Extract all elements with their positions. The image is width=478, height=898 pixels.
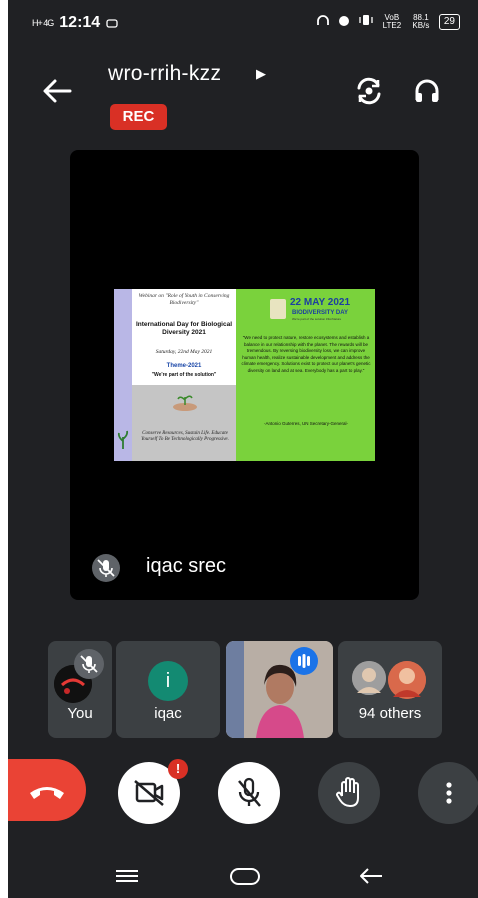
avatar bbox=[388, 661, 426, 699]
participant-tile-you[interactable]: You bbox=[48, 641, 112, 738]
participant-name: You bbox=[67, 705, 93, 722]
battery-indicator: 29 bbox=[438, 13, 460, 30]
meet-call-screen: H+ 4G 12:14 VoB LTE2 88.1 KB/s 29 wro-rr… bbox=[8, 0, 478, 898]
participant-name: 94 others bbox=[358, 705, 422, 722]
end-call-button[interactable] bbox=[8, 759, 86, 821]
presenter-tile[interactable]: Webinar on "Role of Youth in Conserving … bbox=[70, 150, 419, 600]
switch-camera-icon[interactable] bbox=[354, 76, 384, 106]
network-speed: 88.1 KB/s bbox=[412, 12, 430, 30]
slide-theme-text: "We're part of the solution" bbox=[151, 372, 217, 378]
presenter-name: iqac srec bbox=[146, 555, 227, 577]
avatar: i bbox=[148, 661, 188, 701]
participant-tile-iqac[interactable]: i iqac bbox=[116, 641, 220, 738]
hands-plant-icon bbox=[172, 393, 198, 411]
recording-badge: REC bbox=[110, 104, 167, 130]
slide-date: Saturday, 22nd May 2021 bbox=[155, 349, 213, 355]
phone-hangup-icon bbox=[30, 787, 64, 799]
status-bar: H+ 4G 12:14 VoB LTE2 88.1 KB/s 29 bbox=[8, 0, 478, 44]
nav-back-icon[interactable] bbox=[358, 866, 384, 886]
back-arrow-icon[interactable] bbox=[38, 76, 74, 106]
slide-webinar-line: Webinar on "Role of Youth in Conserving … bbox=[138, 293, 230, 306]
screen-record-icon bbox=[106, 15, 118, 32]
status-right: VoB LTE2 88.1 KB/s 29 bbox=[316, 13, 460, 30]
more-options-button[interactable] bbox=[418, 762, 478, 824]
meeting-details-caret-icon[interactable]: ▶ bbox=[256, 66, 266, 82]
biodiversity-logo-icon bbox=[270, 299, 286, 319]
slide-theme-label: Theme-2021 bbox=[166, 363, 202, 369]
slide-big-date: 22 MAY 2021 bbox=[290, 297, 351, 308]
participant-tile-others[interactable]: 94 others bbox=[338, 641, 442, 738]
vibrate-icon bbox=[358, 14, 374, 29]
status-left: H+ 4G 12:14 bbox=[32, 14, 118, 32]
headset-status-icon bbox=[316, 14, 330, 30]
mic-toggle-button[interactable] bbox=[218, 762, 280, 824]
recents-menu-icon[interactable] bbox=[112, 866, 142, 886]
clock: 12:14 bbox=[59, 14, 101, 31]
participant-tile-video[interactable] bbox=[226, 641, 333, 738]
speaking-indicator-icon bbox=[290, 647, 318, 675]
slide-bio-day: BIODIVERSITY DAY bbox=[292, 310, 349, 316]
shared-slide: Webinar on "Role of Youth in Conserving … bbox=[114, 289, 375, 461]
audio-output-headphones-icon[interactable] bbox=[412, 76, 442, 106]
signal-indicator: H+ 4G bbox=[32, 18, 54, 28]
avatar bbox=[352, 661, 386, 695]
slide-conserve-text: Conserve Resources, Sustain Life. Educat… bbox=[141, 431, 229, 442]
raise-hand-button[interactable] bbox=[318, 762, 380, 824]
home-icon[interactable] bbox=[228, 866, 262, 886]
mic-off-icon bbox=[74, 649, 104, 679]
slide-attribution: -Antonio Guterres, UN Secretary-General- bbox=[263, 421, 349, 426]
slide-quote: "We need to protect nature, restore ecos… bbox=[241, 335, 371, 373]
slide-bio-day-sub: We're part of the solution #ForNature bbox=[292, 317, 342, 321]
alarm-icon bbox=[337, 13, 351, 30]
camera-alert-badge: ! bbox=[168, 759, 188, 779]
volte-indicator: VoB LTE2 bbox=[382, 12, 402, 30]
meeting-code[interactable]: wro-rrih-kzz bbox=[108, 62, 221, 86]
slide-title: International Day for Biological Diversi… bbox=[135, 321, 233, 336]
sprout-logo-icon bbox=[117, 429, 129, 451]
mic-off-icon bbox=[92, 554, 120, 582]
participant-name: iqac bbox=[154, 705, 182, 722]
